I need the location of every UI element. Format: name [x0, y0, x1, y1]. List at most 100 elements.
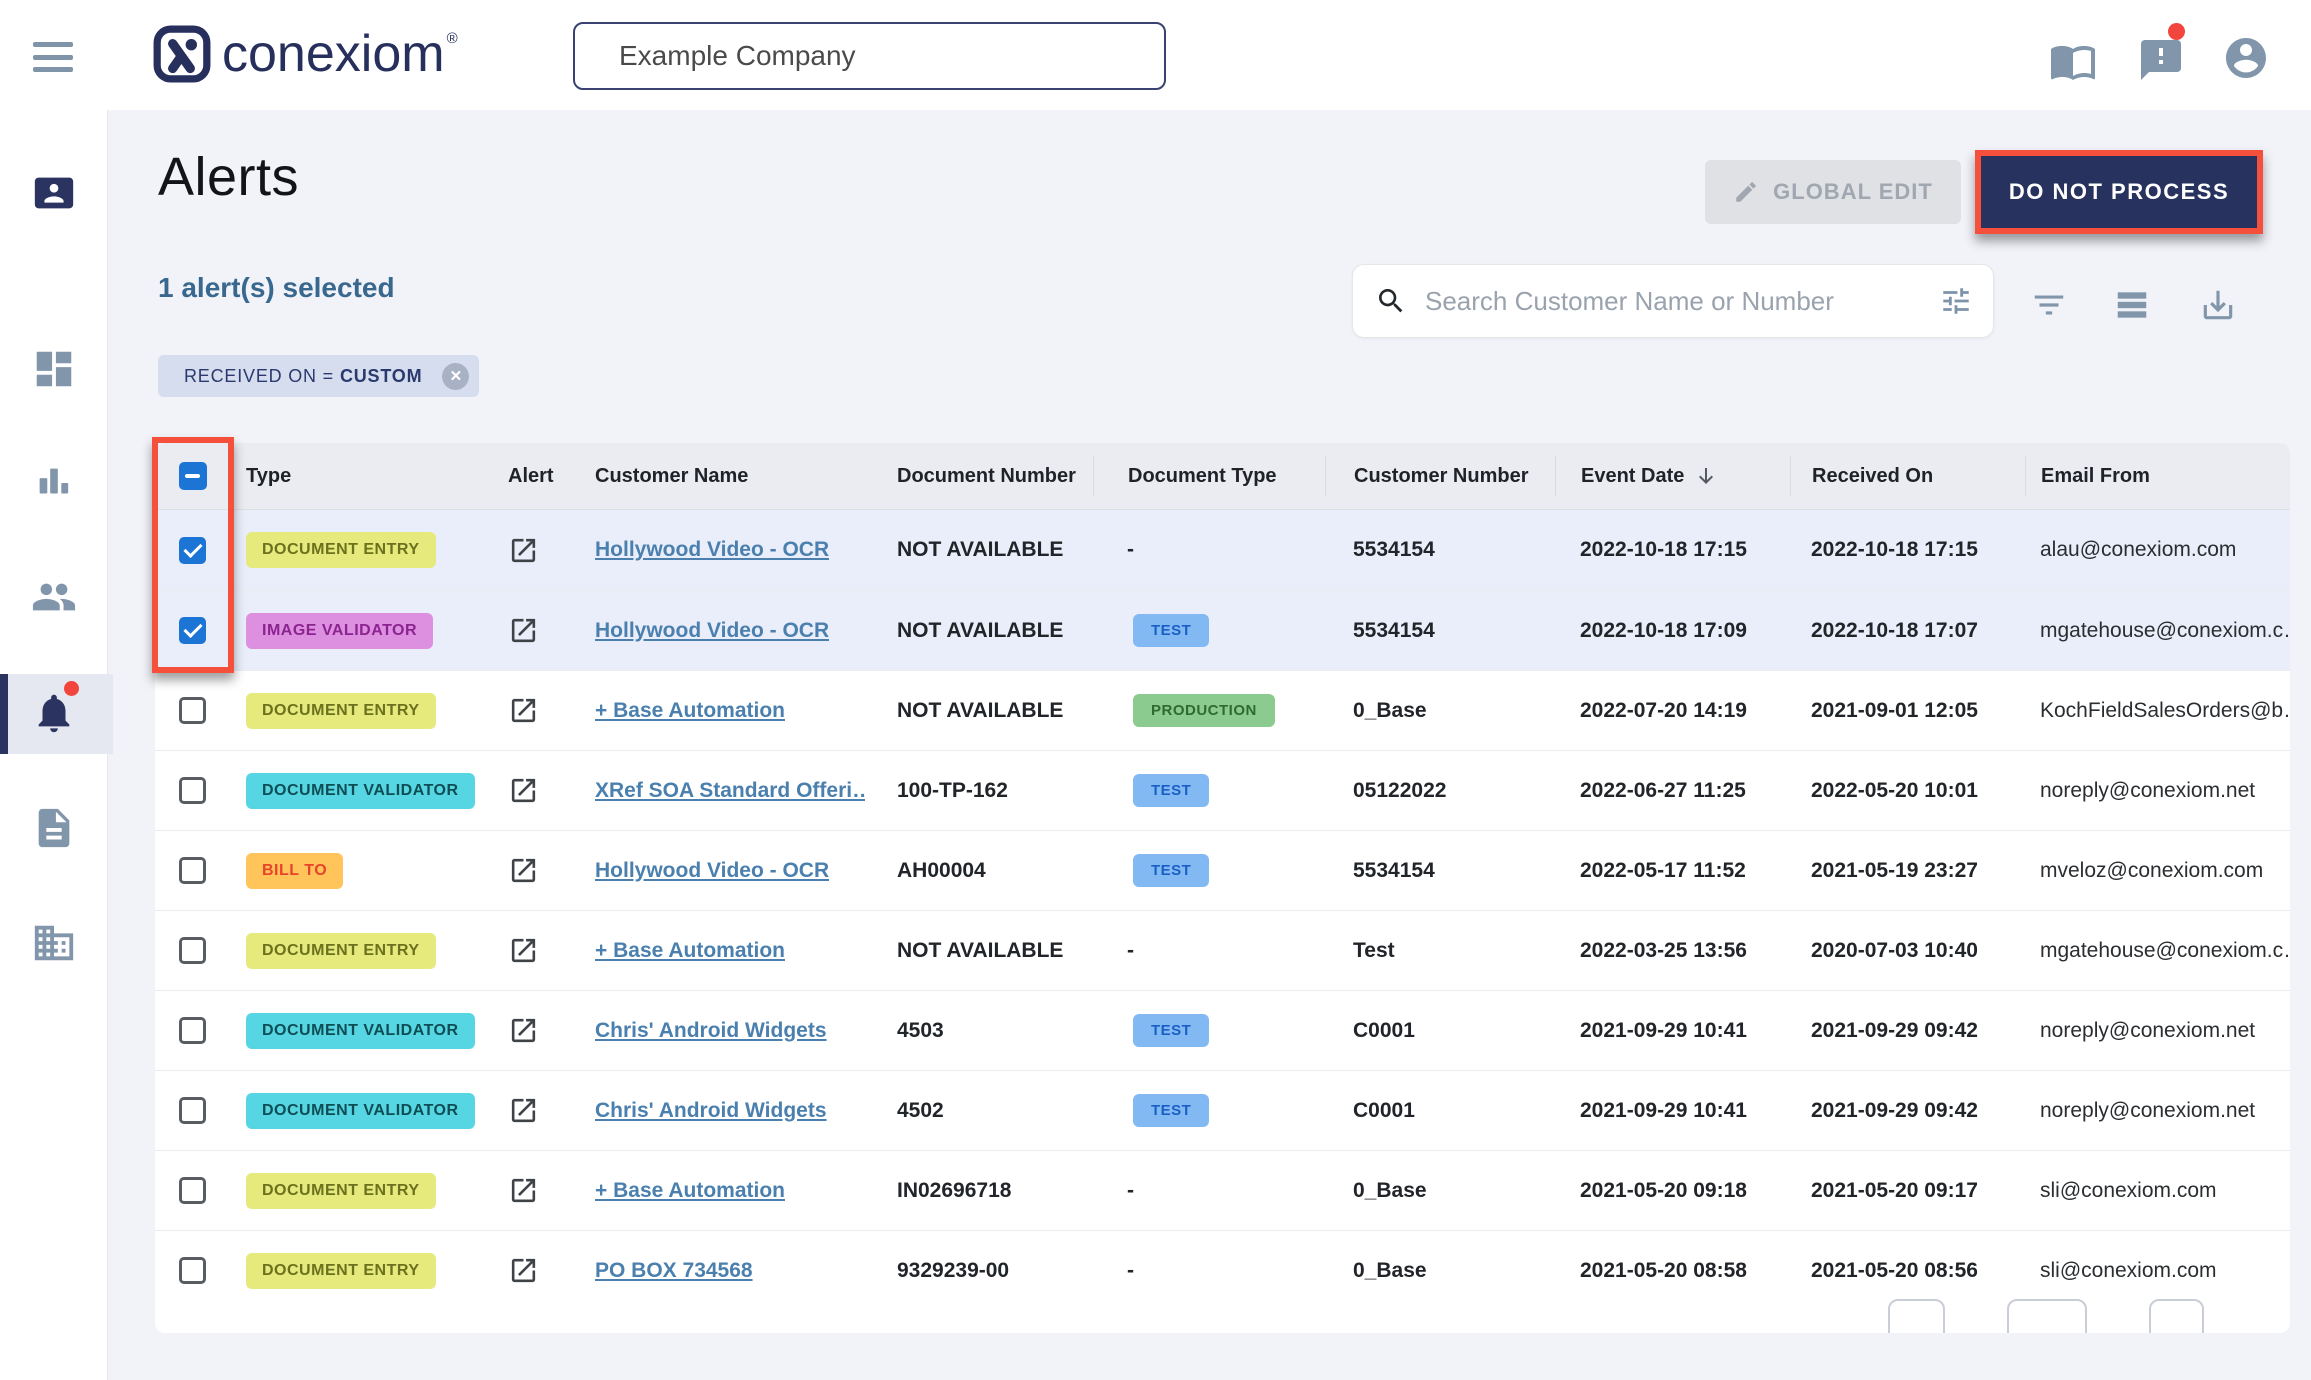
row-checkbox[interactable]	[179, 697, 206, 724]
customer-number-cell: C0001	[1325, 1019, 1555, 1043]
edit-pencil-icon	[1733, 179, 1759, 205]
customer-name-link[interactable]: Hollywood Video - OCR	[595, 619, 829, 643]
table-row[interactable]: DOCUMENT VALIDATOR XRef SOA Standard Off…	[155, 750, 2290, 830]
received-on-cell: 2022-10-18 17:15	[1790, 538, 2025, 562]
chip-close-icon[interactable]: ✕	[442, 363, 469, 390]
account-icon[interactable]	[2222, 34, 2270, 82]
table-row[interactable]: IMAGE VALIDATOR Hollywood Video - OCR NO…	[155, 590, 2290, 670]
customer-name-link[interactable]: + Base Automation	[595, 1179, 785, 1203]
pagination-button[interactable]	[1888, 1299, 1945, 1333]
sidebar-item-company[interactable]	[31, 920, 77, 966]
search-input[interactable]	[1425, 286, 1939, 317]
table-row[interactable]: DOCUMENT ENTRY + Base Automation NOT AVA…	[155, 910, 2290, 990]
open-alert-icon[interactable]	[508, 1175, 539, 1206]
event-date-cell: 2022-06-27 11:25	[1555, 779, 1790, 803]
filter-icon[interactable]	[2030, 286, 2068, 324]
document-number-cell: NOT AVAILABLE	[865, 699, 1093, 723]
row-checkbox[interactable]	[179, 777, 206, 804]
open-alert-icon[interactable]	[508, 855, 539, 886]
table-row[interactable]: DOCUMENT ENTRY PO BOX 734568 9329239-00 …	[155, 1230, 2290, 1310]
customer-name-link[interactable]: Chris' Android Widgets	[595, 1019, 827, 1043]
customer-number-cell: 0_Base	[1325, 1259, 1555, 1283]
open-alert-icon[interactable]	[508, 1015, 539, 1046]
pagination-button[interactable]	[2007, 1299, 2087, 1333]
sidebar-item-contacts[interactable]	[31, 170, 77, 216]
feedback-icon[interactable]	[2137, 36, 2185, 84]
open-alert-icon[interactable]	[508, 615, 539, 646]
customer-name-link[interactable]: Hollywood Video - OCR	[595, 859, 829, 883]
sidebar-item-dashboard[interactable]	[31, 346, 77, 392]
received-on-cell: 2021-05-19 23:27	[1790, 859, 2025, 883]
open-alert-icon[interactable]	[508, 935, 539, 966]
document-type-cell: -	[1093, 1259, 1325, 1283]
customer-name-link[interactable]: Chris' Android Widgets	[595, 1099, 827, 1123]
open-alert-icon[interactable]	[508, 695, 539, 726]
pagination-button[interactable]	[2149, 1299, 2204, 1333]
row-checkbox[interactable]	[179, 857, 206, 884]
row-checkbox[interactable]	[179, 1017, 206, 1044]
column-header-alert[interactable]: Alert	[475, 456, 565, 496]
customer-name-link[interactable]: XRef SOA Standard Offeri…	[595, 779, 865, 803]
document-number-cell: 4503	[865, 1019, 1093, 1043]
row-density-icon[interactable]	[2113, 286, 2151, 324]
sidebar-item-reports[interactable]	[31, 459, 77, 505]
document-number-cell: NOT AVAILABLE	[865, 939, 1093, 963]
document-type-cell: TEST	[1093, 774, 1325, 807]
filter-chip-received-on[interactable]: RECEIVED ON = CUSTOM ✕	[158, 355, 479, 397]
customer-number-cell: 5534154	[1325, 619, 1555, 643]
column-header-event-date[interactable]: Event Date	[1555, 456, 1790, 496]
feedback-notification-dot	[2168, 23, 2185, 40]
document-type-badge: TEST	[1133, 1014, 1209, 1047]
email-from-cell: mgatehouse@conexiom.c…	[2025, 939, 2290, 963]
table-row[interactable]: BILL TO Hollywood Video - OCR AH00004 TE…	[155, 830, 2290, 910]
do-not-process-button[interactable]: DO NOT PROCESS	[1981, 156, 2257, 228]
column-header-customer-name[interactable]: Customer Name	[565, 456, 865, 496]
global-edit-button[interactable]: GLOBAL EDIT	[1705, 160, 1961, 224]
open-alert-icon[interactable]	[508, 535, 539, 566]
received-on-cell: 2021-09-29 09:42	[1790, 1019, 2025, 1043]
event-date-cell: 2022-10-18 17:09	[1555, 619, 1790, 643]
table-row[interactable]: DOCUMENT ENTRY + Base Automation IN02696…	[155, 1150, 2290, 1230]
document-number-cell: NOT AVAILABLE	[865, 538, 1093, 562]
customer-name-link[interactable]: + Base Automation	[595, 939, 785, 963]
document-number-cell: 100-TP-162	[865, 779, 1093, 803]
column-header-type[interactable]: Type	[230, 456, 475, 496]
document-type-cell: -	[1093, 1179, 1325, 1203]
menu-icon[interactable]	[33, 42, 73, 72]
column-header-document-type[interactable]: Document Type	[1093, 456, 1325, 496]
table-row[interactable]: DOCUMENT ENTRY Hollywood Video - OCR NOT…	[155, 510, 2290, 590]
table-row[interactable]: DOCUMENT VALIDATOR Chris' Android Widget…	[155, 1070, 2290, 1150]
download-icon[interactable]	[2199, 286, 2237, 324]
search-options-icon[interactable]	[1939, 284, 1973, 318]
sidebar-item-alerts[interactable]	[31, 690, 77, 736]
row-checkbox[interactable]	[179, 1257, 206, 1284]
event-date-cell: 2022-10-18 17:15	[1555, 538, 1790, 562]
customer-name-link[interactable]: Hollywood Video - OCR	[595, 538, 829, 562]
event-date-cell: 2022-07-20 14:19	[1555, 699, 1790, 723]
knowledge-base-icon[interactable]	[2049, 37, 2097, 85]
sidebar-item-documents[interactable]	[31, 805, 77, 851]
column-header-email-from[interactable]: Email From	[2025, 456, 2290, 496]
open-alert-icon[interactable]	[508, 775, 539, 806]
row-checkbox[interactable]	[179, 937, 206, 964]
email-from-cell: alau@conexiom.com	[2025, 538, 2290, 562]
row-checkbox[interactable]	[179, 1177, 206, 1204]
column-header-received-on[interactable]: Received On	[1790, 456, 2025, 496]
document-number-cell: NOT AVAILABLE	[865, 619, 1093, 643]
table-row[interactable]: DOCUMENT VALIDATOR Chris' Android Widget…	[155, 990, 2290, 1070]
sidebar-item-users[interactable]	[31, 574, 77, 620]
table-row[interactable]: DOCUMENT ENTRY + Base Automation NOT AVA…	[155, 670, 2290, 750]
row-checkbox[interactable]	[179, 1097, 206, 1124]
company-selector[interactable]: Example Company	[573, 22, 1166, 90]
customer-name-link[interactable]: PO BOX 734568	[595, 1259, 753, 1283]
customer-name-link[interactable]: + Base Automation	[595, 699, 785, 723]
column-header-customer-number[interactable]: Customer Number	[1325, 456, 1555, 496]
email-from-cell: noreply@conexiom.net	[2025, 1019, 2290, 1043]
sort-desc-icon[interactable]	[1694, 464, 1718, 488]
open-alert-icon[interactable]	[508, 1095, 539, 1126]
column-header-document-number[interactable]: Document Number	[865, 456, 1093, 496]
conexiom-logo: conexiom®	[152, 24, 458, 84]
open-alert-icon[interactable]	[508, 1255, 539, 1286]
email-from-cell: mveloz@conexiom.com	[2025, 859, 2290, 883]
document-type-cell: TEST	[1093, 854, 1325, 887]
